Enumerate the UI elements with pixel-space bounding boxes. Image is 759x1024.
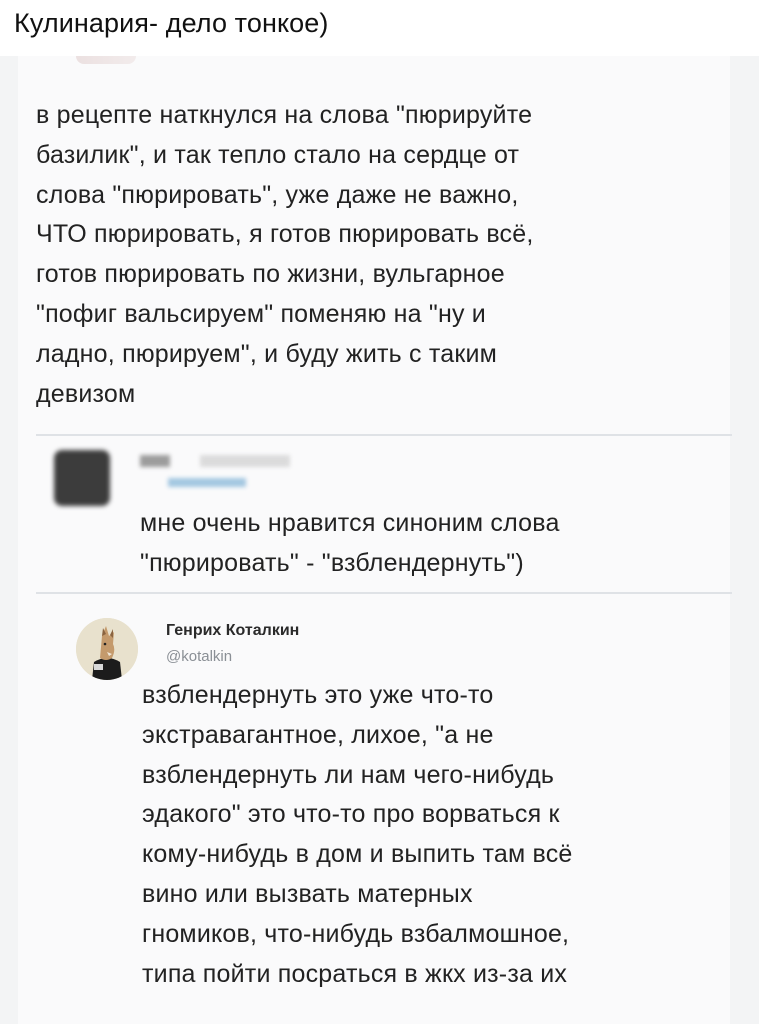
- text-line: типа пойти посраться в жкх из-за их: [142, 959, 568, 988]
- screenshot-image[interactable]: в рецепте наткнулся на слова "пюрируйте …: [0, 56, 759, 1024]
- text-line: "пюрировать" - "взблендернуть"): [140, 548, 524, 577]
- post-text-2: мне очень нравится синоним слова "пюриро…: [140, 504, 730, 584]
- author-handle[interactable]: @kotalkin: [166, 648, 232, 665]
- avatar[interactable]: [76, 618, 138, 680]
- text-line: вино или вызвать матерных: [142, 879, 473, 908]
- cropped-avatar: [76, 56, 136, 64]
- text-line: мне очень нравится синоним слова: [140, 509, 560, 537]
- text-line: в рецепте наткнулся на слова "пюрируйте: [36, 101, 533, 129]
- reply-divider: [36, 434, 732, 436]
- text-line: взблендернуть ли нам чего-нибудь: [142, 760, 555, 789]
- dog-portrait-icon: [76, 618, 138, 680]
- reply-divider: [36, 592, 732, 594]
- text-line: экстравагантное, лихое, "а не: [142, 720, 494, 749]
- text-line: девизом: [36, 379, 136, 408]
- author-name[interactable]: Генрих Коталкин: [166, 622, 299, 640]
- blurred-username: [140, 455, 290, 467]
- text-line: гномиков, что-нибудь взбалмошное,: [142, 919, 570, 948]
- post-caption: Кулинария- дело тонкое): [14, 8, 329, 38]
- blurred-handle: [168, 478, 246, 487]
- text-line: ЧТО пюрировать, я готов пюрировать всё,: [36, 220, 534, 249]
- post-text-3: взблендернуть это уже что-то экстраваган…: [142, 676, 742, 994]
- blurred-avatar: [54, 450, 110, 506]
- text-line: "пофиг вальсируем" поменяю на "ну и: [36, 299, 486, 328]
- text-line: взблендернуть это уже что-то: [142, 681, 494, 709]
- comment-thread: в рецепте наткнулся на слова "пюрируйте …: [18, 56, 732, 1024]
- text-line: кому-нибудь в дом и выпить там всё: [142, 840, 573, 869]
- text-line: базилик", и так тепло стало на сердце от: [36, 140, 520, 169]
- text-line: слова "пюрировать", уже даже не важно,: [36, 180, 519, 209]
- text-line: готов пюрировать по жизни, вульгарное: [36, 260, 505, 289]
- post-text-1: в рецепте наткнулся на слова "пюрируйте …: [36, 96, 726, 414]
- text-line: эдакого" это что-то про ворваться к: [142, 800, 560, 829]
- text-line: ладно, пюрируем", и буду жить с таким: [36, 339, 498, 368]
